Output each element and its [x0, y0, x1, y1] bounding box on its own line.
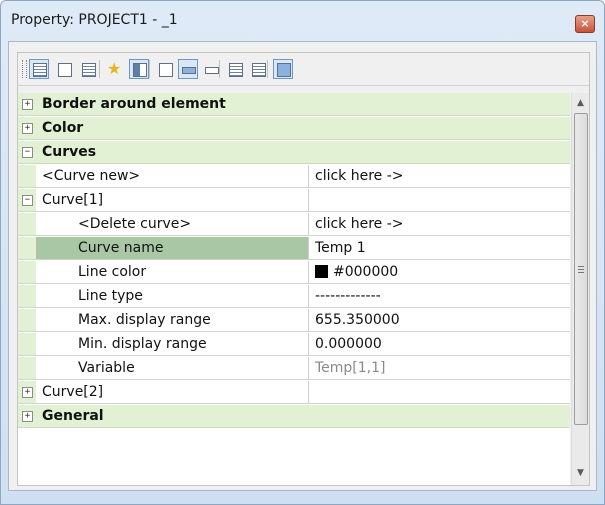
favorites-star-button[interactable]: ★ [105, 59, 125, 79]
sort-button[interactable] [155, 59, 175, 79]
property-name: <Curve new> [42, 168, 141, 184]
property-value[interactable]: 0.000000 [315, 336, 382, 352]
property-name-cell[interactable]: <Curve new> [36, 165, 309, 187]
row-gutter [18, 165, 36, 187]
property-name: Line type [78, 288, 143, 304]
category-row[interactable]: + General [18, 405, 570, 428]
category-label: General [42, 408, 104, 424]
property-name-cell[interactable]: Line type [36, 285, 309, 307]
property-name: Curve[1] [42, 192, 104, 208]
categorized-view-icon [33, 63, 47, 77]
property-row[interactable]: Max. display range 655.350000 [18, 309, 570, 332]
toolbar-separator [99, 60, 100, 78]
property-row[interactable]: + Curve[2] [18, 381, 570, 404]
property-name-cell[interactable]: Max. display range [36, 309, 309, 331]
property-value[interactable]: Temp[1,1] [315, 360, 386, 376]
property-row[interactable]: <Delete curve> click here -> [18, 213, 570, 236]
scroll-down-button[interactable]: ▼ [572, 465, 589, 482]
object-list-icon [82, 63, 96, 77]
expand-plus-icon[interactable]: + [22, 411, 33, 422]
field-view-icon [205, 67, 219, 74]
property-value[interactable]: #000000 [315, 264, 398, 280]
window-title: Property: PROJECT1 - _1 [11, 12, 178, 28]
property-value[interactable]: click here -> [315, 216, 404, 232]
property-value[interactable]: ------------- [315, 288, 381, 304]
expand-all-button[interactable] [225, 59, 245, 79]
toolbar: ★ [18, 53, 589, 86]
row-gutter [18, 357, 36, 379]
property-value[interactable]: click here -> [315, 168, 404, 184]
property-pages-button[interactable] [129, 59, 149, 79]
property-name: Min. display range [78, 336, 207, 352]
row-gutter [18, 261, 36, 283]
collapse-minus-icon[interactable]: − [22, 147, 33, 158]
row-gutter [18, 285, 36, 307]
property-row[interactable]: − Curve[1] [18, 189, 570, 212]
categorized-view-button[interactable] [29, 59, 49, 79]
calculator-icon [277, 63, 291, 77]
property-name-cell[interactable]: Curve name [36, 237, 309, 259]
color-swatch-icon [315, 265, 328, 278]
property-row[interactable]: <Curve new> click here -> [18, 165, 570, 188]
category-row[interactable]: + Border around element [18, 93, 570, 116]
collapse-all-button[interactable] [248, 59, 268, 79]
property-name-cell[interactable]: Variable [36, 357, 309, 379]
alphabetical-view-button[interactable] [54, 59, 74, 79]
client-area: ★ + Border around element + Color − Curves <Cu… [8, 41, 597, 491]
category-label: Curves [42, 144, 97, 160]
property-row[interactable]: Curve name Temp 1 [18, 237, 570, 260]
calculator-button[interactable] [273, 59, 293, 79]
property-name: <Delete curve> [78, 216, 192, 232]
alphabetical-view-icon [58, 63, 72, 77]
expand-all-icon [229, 63, 243, 77]
property-name: Curve[2] [42, 384, 104, 400]
row-gutter [18, 309, 36, 331]
scroll-thumb-grip-icon [578, 266, 584, 273]
expand-plus-icon[interactable]: + [22, 123, 33, 134]
expand-plus-icon[interactable]: + [22, 387, 33, 398]
property-value[interactable]: 655.350000 [315, 312, 400, 328]
property-name-cell[interactable]: Curve[1] [36, 189, 309, 211]
category-label: Border around element [42, 96, 226, 112]
scroll-thumb[interactable] [574, 113, 588, 425]
collapse-all-icon [252, 63, 266, 77]
vertical-scrollbar[interactable]: ▲ ▼ [571, 93, 589, 485]
property-row[interactable]: Line type ------------- [18, 285, 570, 308]
property-value[interactable]: Temp 1 [315, 240, 366, 256]
property-name: Variable [78, 360, 135, 376]
property-name-cell[interactable]: Min. display range [36, 333, 309, 355]
field-view-button[interactable] [201, 59, 221, 79]
field-edit-icon [182, 67, 196, 74]
category-row[interactable]: − Curves [18, 141, 570, 164]
category-row[interactable]: + Color [18, 117, 570, 140]
property-panel: ★ + Border around element + Color − Curves <Cu… [17, 52, 590, 486]
expand-plus-icon[interactable]: + [22, 99, 33, 110]
property-grid: + Border around element + Color − Curves <Curv… [18, 93, 570, 485]
property-name-cell[interactable]: Line color [36, 261, 309, 283]
property-name: Max. display range [78, 312, 211, 328]
property-row[interactable]: Line color #000000 [18, 261, 570, 284]
favorites-star-icon: ★ [107, 59, 122, 78]
row-gutter [18, 213, 36, 235]
field-edit-button[interactable] [178, 59, 198, 79]
property-row[interactable]: Variable Temp[1,1] [18, 357, 570, 380]
property-name-cell[interactable]: <Delete curve> [36, 213, 309, 235]
close-button[interactable]: × [575, 15, 595, 33]
title-bar[interactable]: Property: PROJECT1 - _1 × [1, 1, 604, 41]
property-name: Line color [78, 264, 147, 280]
object-list-button[interactable] [78, 59, 98, 79]
property-name: Curve name [78, 240, 164, 256]
property-window: Property: PROJECT1 - _1 × ★ + Border arou… [0, 0, 605, 505]
row-gutter [18, 237, 36, 259]
property-row[interactable]: Min. display range 0.000000 [18, 333, 570, 356]
scroll-up-button[interactable]: ▲ [572, 95, 589, 112]
property-name-cell[interactable]: Curve[2] [36, 381, 309, 403]
category-label: Color [42, 120, 84, 136]
toolbar-separator [149, 60, 150, 78]
collapse-minus-icon[interactable]: − [22, 195, 33, 206]
toolbar-grip[interactable] [22, 60, 27, 78]
row-gutter [18, 333, 36, 355]
sort-icon [159, 63, 173, 77]
property-pages-icon [133, 63, 147, 77]
